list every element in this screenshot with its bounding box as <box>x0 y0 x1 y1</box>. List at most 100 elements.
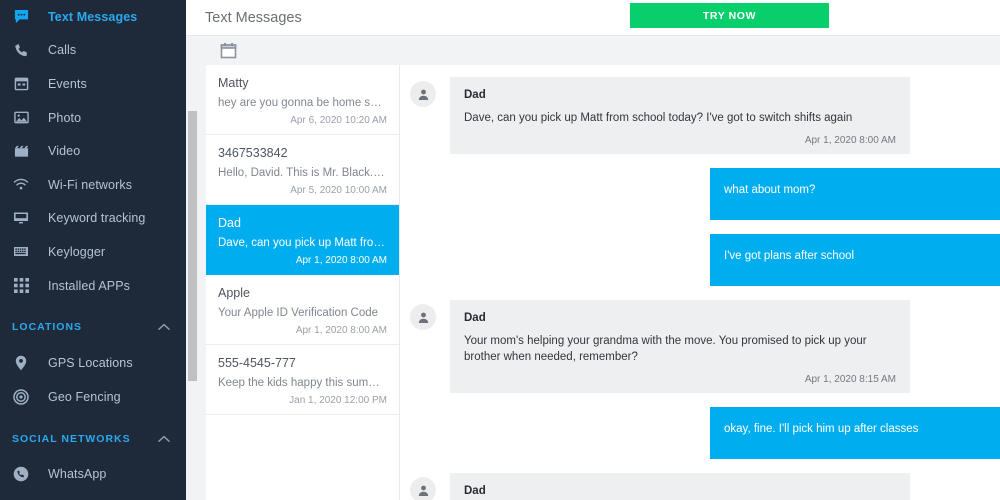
conversation-name: Apple <box>218 286 250 301</box>
target-icon <box>6 388 36 405</box>
conversation-timestamp: Apr 5, 2020 10:00 AM <box>290 185 387 197</box>
sidebar-item-label: Photo <box>48 110 82 125</box>
conversation-timestamp: Apr 6, 2020 10:20 AM <box>290 115 387 127</box>
content-scrollbar[interactable] <box>186 36 200 500</box>
message-bubble-outgoing: okay, fine. I'll pick him up after class… <box>710 407 1000 460</box>
message-bubble-outgoing: I've got plans after school <box>710 234 1000 287</box>
message-row: DadJust don't get annoyed because of it … <box>400 473 1000 500</box>
panel-wrapper: Matty hey are you gonna be home soon Apr 6… <box>200 36 1000 500</box>
sidebar-item-text-messages[interactable]: Text Messages <box>0 0 186 34</box>
sidebar-item-photo[interactable]: Photo <box>0 101 186 135</box>
sidebar-section-locations[interactable]: LOCATIONS <box>0 308 186 346</box>
sidebar: Text Messages Calls Events Photo Video Wi-Fi … <box>0 0 186 500</box>
sidebar-item-keylogger[interactable]: Keylogger <box>0 235 186 269</box>
message-text: Your mom's helping your grandma with the… <box>464 335 867 364</box>
phone-icon <box>6 43 36 58</box>
calendar-icon <box>6 76 36 91</box>
sidebar-item-whatsapp[interactable]: WhatsApp <box>0 458 186 492</box>
list-toolbar <box>206 36 1000 65</box>
keyboard-icon <box>6 211 36 225</box>
conversation-snippet: Your Apple ID Verification Code <box>218 307 379 320</box>
conversation-name: 3467533842 <box>218 146 288 161</box>
sidebar-item-keyword-tracking[interactable]: Keyword tracking <box>0 202 186 236</box>
sidebar-item-installed-apps[interactable]: Installed APPs <box>0 269 186 303</box>
map-pin-icon <box>6 355 36 371</box>
conversation-list: Matty hey are you gonna be home soon Apr 6… <box>206 65 400 500</box>
sidebar-item-label: Text Messages <box>48 9 138 24</box>
conversation-item[interactable]: Dad Dave, can you pick up Matt from schoo… <box>206 205 399 276</box>
sidebar-item-label: Keylogger <box>48 244 106 259</box>
message-bubble-outgoing: what about mom? <box>710 168 1000 221</box>
video-icon <box>6 144 36 159</box>
sidebar-item-gps-locations[interactable]: GPS Locations <box>0 346 186 380</box>
sidebar-item-label: Events <box>48 76 87 91</box>
message-text: okay, fine. I'll pick him up after class… <box>724 423 919 436</box>
message-bubble-incoming: Dad Your mom's helping your grandma with … <box>450 300 910 394</box>
app-root: Text Messages Calls Events Photo Video Wi-Fi … <box>0 0 1000 500</box>
conversation-timestamp: Apr 1, 2020 8:00 AM <box>295 325 387 337</box>
sidebar-item-calls[interactable]: Calls <box>0 34 186 68</box>
chevron-up-icon[interactable] <box>158 430 170 448</box>
sidebar-item-label: WhatsApp <box>48 467 107 482</box>
message-sender: Dad <box>464 312 486 325</box>
conversation-snippet: Keep the kids happy this summer with ... <box>218 377 387 390</box>
conversation-item[interactable]: Matty hey are you gonna be home soon Apr 6… <box>206 65 399 136</box>
message-text: I've got plans after school <box>724 250 855 263</box>
conversation-timestamp: Jan 1, 2020 12:00 PM <box>289 395 387 407</box>
calendar-icon[interactable] <box>220 42 237 59</box>
content-area: Matty hey are you gonna be home soon Apr 6… <box>186 36 1000 500</box>
image-icon <box>6 110 36 125</box>
conversation-item[interactable]: 3467533842 Hello, David. This is Mr. Blac… <box>206 135 399 206</box>
conversation-snippet: hey are you gonna be home soon <box>218 97 387 110</box>
page-title: Text Messages <box>205 9 302 26</box>
sidebar-item-label: Calls <box>48 43 77 58</box>
conversation-snippet: Hello, David. This is Mr. Black. I've no… <box>218 167 387 180</box>
sidebar-item-video[interactable]: Video <box>0 134 186 168</box>
panes: Matty hey are you gonna be home soon Apr 6… <box>206 65 1000 500</box>
conversation-snippet: Dave, can you pick up Matt from schoo... <box>218 237 387 250</box>
message-sender: Dad <box>464 485 486 498</box>
message-timestamp: Apr 1, 2020 8:00 AM <box>804 135 896 147</box>
chevron-up-icon[interactable] <box>158 318 170 336</box>
chat-icon <box>6 9 36 24</box>
message-row: Dad Dave, can you pick up Matt from schoo… <box>400 77 1000 155</box>
sidebar-item-wi-fi-networks[interactable]: Wi-Fi networks <box>0 168 186 202</box>
wifi-icon <box>6 177 36 192</box>
message-row: I've got plans after school <box>400 234 1000 287</box>
scrollbar-thumb[interactable] <box>188 111 197 381</box>
conversation-timestamp: Apr 1, 2020 8:00 AM <box>295 255 387 267</box>
keylogger-icon <box>6 245 36 258</box>
avatar <box>410 477 436 500</box>
message-bubble-incoming: DadJust don't get annoyed because of it … <box>450 473 910 500</box>
conversation-item[interactable]: Apple Your Apple ID Verification Code Apr … <box>206 275 399 346</box>
sidebar-item-geo-fencing[interactable]: Geo Fencing <box>0 380 186 414</box>
message-text: Dave, can you pick up Matt from school t… <box>464 112 853 125</box>
message-row: what about mom? <box>400 168 1000 221</box>
conversation-name: Matty <box>218 76 249 91</box>
sidebar-item-label: Geo Fencing <box>48 389 121 404</box>
message-timestamp: Apr 1, 2020 8:15 AM <box>804 374 896 386</box>
conversation-item[interactable]: 555-4545-777 Keep the kids happy this sum… <box>206 345 399 416</box>
avatar <box>410 81 436 108</box>
top-bar: Text Messages TRY NOW <box>186 0 1000 36</box>
sidebar-item-label: Wi-Fi networks <box>48 177 133 192</box>
message-sender: Dad <box>464 89 486 102</box>
message-thread: Dad Dave, can you pick up Matt from schoo… <box>400 65 1000 500</box>
conversation-name: Dad <box>218 216 241 231</box>
try-now-button[interactable]: TRY NOW <box>630 3 829 28</box>
sidebar-item-events[interactable]: Events <box>0 67 186 101</box>
sidebar-section-title: SOCIAL NETWORKS <box>12 432 131 445</box>
sidebar-item-label: Installed APPs <box>48 278 131 293</box>
message-row: Dad Your mom's helping your grandma with … <box>400 300 1000 394</box>
whatsapp-icon <box>6 466 36 482</box>
message-row: okay, fine. I'll pick him up after class… <box>400 407 1000 460</box>
conversation-name: 555-4545-777 <box>218 356 296 371</box>
main-area: Text Messages TRY NOW Matty hey are you … <box>186 0 1000 500</box>
grid-icon <box>6 278 36 294</box>
sidebar-section-social-networks[interactable]: SOCIAL NETWORKS <box>0 420 186 458</box>
avatar <box>410 304 436 331</box>
sidebar-section-title: LOCATIONS <box>12 321 83 334</box>
sidebar-item-label: GPS Locations <box>48 356 133 371</box>
sidebar-item-label: Video <box>48 144 81 159</box>
message-text: what about mom? <box>724 184 816 197</box>
